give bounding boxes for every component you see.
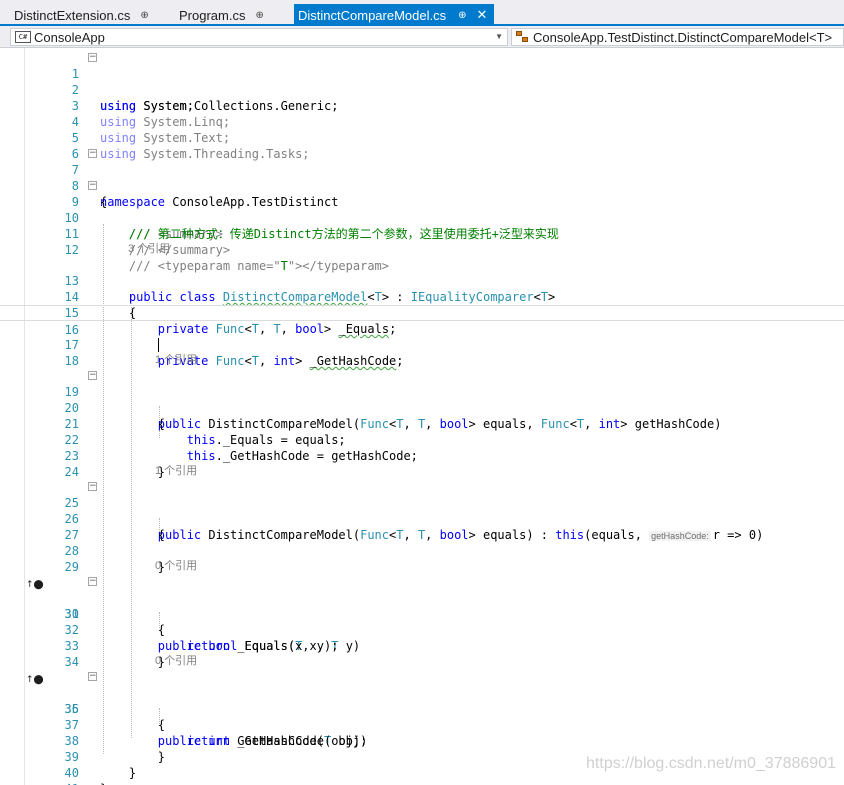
pin-icon[interactable]: ⊕ (255, 10, 263, 21)
code-line: 5 using System.Threading.Tasks; (71, 131, 310, 161)
code-line: 17 private Func<T, int> _GetHashCode; (64, 338, 404, 368)
code-line: 29 (64, 560, 79, 574)
project-name: ConsoleApp (34, 29, 105, 45)
project-dropdown[interactable]: C# ConsoleApp ▼ (10, 28, 508, 46)
code-line: 8 { (71, 179, 108, 209)
code-line: 9 − /// <summary> (71, 180, 223, 242)
collapse-icon[interactable]: − (88, 149, 97, 158)
code-line: 33 } (64, 639, 166, 669)
code-line: 15 private Func<T, T, bool> _Equals; (64, 306, 397, 336)
code-line: 12 /// <typeparam name="T"></typeparam> (64, 243, 390, 273)
code-line: 32 return _Equals(x, y); (64, 623, 339, 653)
collapse-icon[interactable]: − (88, 672, 97, 681)
code-line: 23 } (64, 449, 166, 479)
code-line: 6 (71, 147, 79, 161)
code-line: 24 (64, 465, 79, 479)
code-line: 25 − public DistinctCompareModel(Func<T,… (64, 481, 764, 543)
member-name: ConsoleApp.TestDistinct.DistinctCompareM… (533, 29, 833, 45)
code-line: 1 − using System; (71, 52, 194, 114)
code-line-current: 16 (0, 305, 844, 352)
codelens-references[interactable]: 1 个引用 (155, 463, 197, 479)
code-line: 19 − public DistinctCompareModel(Func<T,… (64, 370, 722, 432)
tab-label: DistinctCompareModel.cs (298, 7, 447, 23)
collapse-icon[interactable]: − (88, 181, 97, 190)
csharp-project-icon: C# (15, 31, 31, 43)
code-line: 27 (64, 528, 79, 542)
code-line: 20 { (64, 401, 166, 431)
code-line: 28 } (64, 544, 166, 574)
code-line: ↑⬤ 35 − public int GetHashCode(T obj) (26, 671, 368, 749)
chevron-down-icon[interactable]: ▼ (495, 32, 503, 41)
code-line: 14 { (64, 290, 137, 320)
code-line: 22 this._GetHashCode = getHashCode; (64, 433, 418, 463)
code-line: 26 { (64, 512, 166, 542)
code-line: 37 return _GetHashCode(obj); (64, 718, 368, 748)
codelens-references[interactable]: 1 个引用 (155, 352, 197, 368)
member-dropdown[interactable]: ConsoleApp.TestDistinct.DistinctCompareM… (511, 28, 844, 46)
code-line: 34 (64, 655, 79, 669)
code-line: 4 using System.Text; (71, 115, 231, 145)
collapse-icon[interactable]: − (88, 371, 97, 380)
watermark: https://blog.csdn.net/m0_37886901 (586, 755, 836, 772)
code-line: 11 /// </summary> (64, 227, 231, 257)
tab-program[interactable]: Program.cs ⊕ (165, 4, 288, 26)
tab-distinct-compare-model[interactable]: DistinctCompareModel.cs ⊕ ✕ (294, 4, 494, 26)
tab-label: Program.cs (179, 7, 246, 23)
code-line: 31 { (64, 607, 166, 637)
pin-icon[interactable]: ⊕ (140, 10, 148, 21)
code-line: 38 } (64, 734, 166, 764)
collapse-icon[interactable]: − (88, 53, 97, 62)
code-line: ↑⬤ 30 − public bool Equals(T x, T y) (26, 576, 361, 654)
code-line: 36 { (64, 702, 166, 732)
codelens-references[interactable]: 3 个引用 (128, 241, 170, 257)
code-line: 21 this._Equals = equals; (64, 417, 346, 447)
close-icon[interactable]: ✕ (477, 7, 488, 23)
code-line: 7 − namespace ConsoleApp.TestDistinct (71, 148, 339, 210)
code-line: 3 using System.Linq; (71, 99, 231, 129)
code-editor[interactable]: 1 − using System; 2 using System.Collect… (0, 48, 844, 785)
codelens-references[interactable]: 0 个引用 (155, 558, 197, 574)
tab-distinct-extension[interactable]: DistinctExtension.cs ⊕ (0, 4, 160, 26)
collapse-icon[interactable]: − (88, 577, 97, 586)
tab-label: DistinctExtension.cs (14, 7, 131, 23)
code-line: 39 } (64, 750, 137, 780)
pin-icon[interactable]: ⊕ (458, 10, 466, 21)
code-line: 10 /// 第二种方式：传递Distinct方法的第二个参数，这里使用委托+泛… (64, 211, 559, 241)
codelens-references[interactable]: 0 个引用 (155, 653, 197, 669)
collapse-icon[interactable]: − (88, 482, 97, 491)
code-line: 2 using System.Collections.Generic; (71, 83, 339, 113)
code-line: 13 public class DistinctCompareModel<T> … (64, 274, 556, 304)
class-icon (516, 31, 530, 43)
document-tab-bar: DistinctExtension.cs ⊕ Program.cs ⊕ Dist… (0, 0, 844, 26)
navigation-bar: C# ConsoleApp ▼ ConsoleApp.TestDistinct.… (0, 26, 844, 48)
code-line: 18 (64, 354, 79, 368)
